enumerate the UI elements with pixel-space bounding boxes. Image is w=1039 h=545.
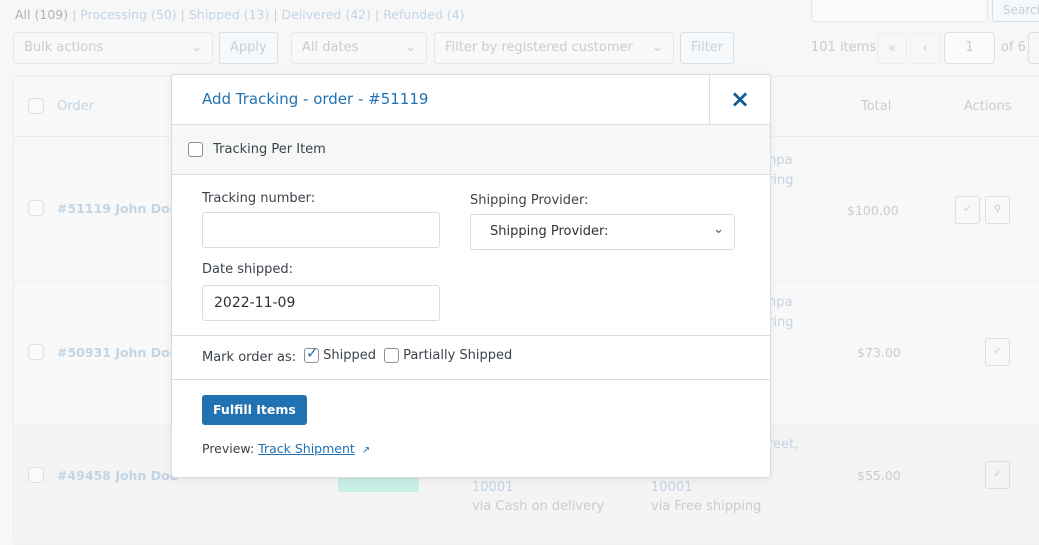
preview-label: Preview: — [202, 441, 255, 456]
count: (13) — [243, 7, 270, 22]
tracking-per-item-row: Tracking Per Item — [172, 125, 770, 175]
date-shipped-input[interactable]: 2022-11-09 — [202, 285, 440, 321]
shipping-zip: 10001 — [651, 480, 693, 495]
row-checkbox[interactable] — [28, 467, 44, 483]
add-tracking-modal: Add Tracking - order - #51119 × Tracking… — [171, 74, 771, 478]
customer-filter[interactable]: Filter by registered customer ⌄ — [434, 32, 674, 64]
label: All dates — [302, 40, 359, 55]
status-all[interactable]: All (109) — [15, 7, 68, 22]
checkbox-label: Shipped — [323, 348, 376, 363]
track-shipment-link[interactable]: Track Shipment — [258, 441, 355, 456]
selected-value: Shipping Provider: — [490, 224, 609, 239]
label: Shipped — [188, 7, 240, 22]
complete-action-button[interactable]: ✓ — [985, 338, 1010, 366]
checkbox-label: Tracking Per Item — [213, 142, 326, 157]
label: All — [15, 7, 31, 22]
check-icon[interactable]: ✓ — [304, 344, 319, 363]
order-link[interactable]: #50931 John Doe — [57, 345, 178, 360]
next-page-button[interactable] — [1028, 32, 1039, 64]
tracking-number-label: Tracking number: — [202, 191, 316, 206]
tracking-fields: Tracking number: Shipping Provider: Ship… — [172, 175, 770, 336]
status-shipped[interactable]: Shipped (13) — [189, 7, 269, 22]
billing-method: via Cash on delivery — [472, 499, 605, 514]
count: (109) — [34, 7, 69, 22]
chevron-down-icon: ⌄ — [405, 40, 416, 55]
label: Delivered — [281, 7, 342, 22]
tracking-per-item-checkbox[interactable]: Tracking Per Item — [188, 142, 326, 157]
status-badge — [338, 477, 419, 492]
close-icon[interactable]: × — [709, 75, 770, 124]
external-link-icon: ↗ — [361, 445, 371, 456]
complete-action-button[interactable]: ✓ — [985, 461, 1010, 489]
address-line: reet, — [768, 437, 799, 452]
address-line: hpa — [768, 295, 793, 310]
count: (4) — [446, 7, 465, 22]
first-page-button[interactable]: « — [877, 33, 907, 64]
complete-action-button[interactable]: ✓ — [955, 196, 980, 224]
count: (42) — [345, 7, 372, 22]
search-button[interactable]: Search — [992, 0, 1039, 22]
select-all-checkbox[interactable] — [28, 98, 44, 114]
column-total: Total — [861, 99, 892, 114]
order-link[interactable]: #51119 John Doe — [57, 201, 178, 216]
date-shipped-label: Date shipped: — [202, 262, 293, 277]
label: Filter by registered customer — [445, 40, 633, 55]
chevron-down-icon: ⌄ — [713, 222, 724, 237]
shipping-provider-label: Shipping Provider: — [470, 193, 589, 208]
total-pages: of 6 — [1001, 40, 1026, 55]
shipping-method: via Free shipping — [651, 499, 762, 514]
address-line: ring — [768, 173, 794, 188]
status-refunded[interactable]: Refunded (4) — [383, 7, 464, 22]
modal-footer: Fulfill Items Preview: Track Shipment ↗ — [172, 380, 770, 478]
order-total: $100.00 — [847, 203, 899, 218]
checkbox-box[interactable] — [188, 142, 203, 157]
address-line: ring — [768, 315, 794, 330]
apply-button[interactable]: Apply — [219, 32, 278, 64]
shipping-provider-select[interactable]: Shipping Provider: ⌄ — [470, 214, 735, 250]
label: Bulk actions — [24, 40, 104, 55]
count: (50) — [151, 7, 177, 22]
bulk-actions-select[interactable]: Bulk actions ⌄ — [13, 32, 213, 64]
address-line: hpa — [768, 153, 793, 168]
order-total: $73.00 — [857, 345, 901, 360]
order-link[interactable]: #49458 John Doe — [57, 468, 178, 483]
location-pin-icon[interactable]: ⚲ — [985, 196, 1010, 224]
order-total: $55.00 — [857, 468, 901, 483]
chevron-down-icon: ⌄ — [191, 40, 202, 55]
billing-zip: 10001 — [472, 480, 514, 495]
column-actions: Actions — [964, 99, 1012, 114]
checkbox-box[interactable] — [384, 348, 399, 363]
label: Processing — [80, 7, 148, 22]
current-page-input[interactable]: 1 — [944, 32, 995, 64]
preview-row: Preview: Track Shipment ↗ — [202, 441, 370, 456]
checkbox-label: Partially Shipped — [403, 348, 513, 363]
row-checkbox[interactable] — [28, 200, 44, 216]
partially-shipped-checkbox[interactable]: Partially Shipped — [384, 348, 512, 363]
filter-button[interactable]: Filter — [680, 32, 735, 64]
status-delivered[interactable]: Delivered (42) — [282, 7, 372, 22]
prev-page-button[interactable]: ‹ — [910, 33, 940, 64]
modal-title: Add Tracking - order - #51119 — [202, 90, 429, 108]
chevron-down-icon: ⌄ — [652, 40, 663, 55]
search-input[interactable] — [811, 0, 988, 22]
mark-order-row: Mark order as: ✓ Shipped Partially Shipp… — [172, 336, 770, 380]
shipped-checkbox[interactable]: ✓ Shipped — [304, 344, 376, 363]
mark-order-label: Mark order as: — [202, 350, 297, 365]
modal-header: Add Tracking - order - #51119 × — [172, 75, 770, 125]
label: Refunded — [383, 7, 443, 22]
fulfill-items-button[interactable]: Fulfill Items — [202, 395, 307, 425]
row-checkbox[interactable] — [28, 344, 44, 360]
tracking-number-input[interactable] — [202, 212, 440, 248]
status-filter-links: All (109) | Processing (50) | Shipped (1… — [15, 7, 465, 22]
column-order[interactable]: Order — [57, 99, 94, 114]
dates-select[interactable]: All dates ⌄ — [291, 32, 427, 64]
items-count: 101 items — [811, 40, 877, 55]
status-processing[interactable]: Processing (50) — [80, 7, 176, 22]
